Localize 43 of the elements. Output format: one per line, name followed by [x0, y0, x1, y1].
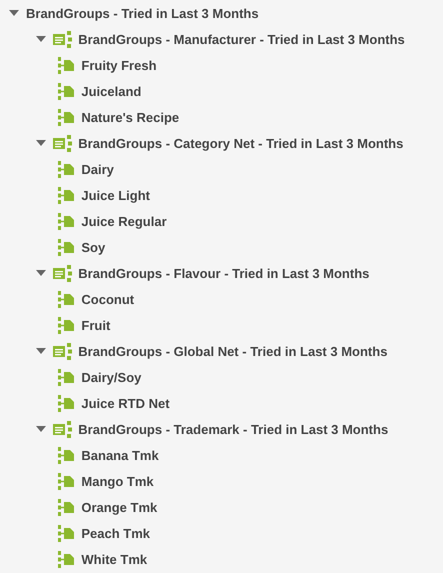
tree-item-label[interactable]: Juice Light: [81, 188, 150, 202]
item-icon: [58, 290, 76, 308]
tree-item-label[interactable]: Nature's Recipe: [81, 110, 180, 124]
item-icon: [58, 446, 76, 464]
tree-item-label[interactable]: Dairy/Soy: [81, 370, 142, 384]
item-icon: [58, 108, 76, 126]
tree-item-label[interactable]: Coconut: [81, 292, 134, 306]
item-icon: [58, 160, 76, 178]
group-icon: [53, 30, 72, 48]
item-icon: [58, 82, 76, 100]
item-icon: [58, 56, 76, 74]
tree-item-label[interactable]: BrandGroups - Flavour - Tried in Last 3 Months: [78, 266, 370, 280]
tree-item-label[interactable]: BrandGroups - Category Net - Tried in Last 3 Months: [78, 136, 404, 150]
tree-item-label[interactable]: Dairy: [81, 162, 114, 176]
tree-item-label[interactable]: Orange Tmk: [81, 500, 158, 514]
item-icon: [58, 550, 76, 568]
tree-item-label[interactable]: BrandGroups - Tried in Last 3 Months: [26, 6, 259, 20]
group-icon: [53, 420, 72, 438]
item-icon: [58, 394, 76, 412]
item-icon: [58, 238, 76, 256]
item-icon: [58, 498, 76, 516]
tree-item-label[interactable]: Juiceland: [81, 84, 142, 98]
tree-item-label[interactable]: Juice RTD Net: [81, 396, 170, 410]
tree-item-label[interactable]: Fruity Fresh: [81, 58, 157, 72]
item-icon: [58, 212, 76, 230]
item-icon: [58, 368, 76, 386]
tree-item-label[interactable]: Peach Tmk: [81, 526, 150, 540]
tree-item-label[interactable]: BrandGroups - Global Net - Tried in Last 3 Months: [78, 344, 388, 358]
tree-item-label[interactable]: White Tmk: [81, 552, 148, 566]
tree-item-label[interactable]: Juice Regular: [81, 214, 167, 228]
item-icon: [58, 524, 76, 542]
tree-item-label[interactable]: Banana Tmk: [81, 448, 159, 462]
tree-item-label[interactable]: BrandGroups - Trademark - Tried in Last 3 Months: [78, 422, 388, 436]
item-icon: [58, 316, 76, 334]
group-icon: [53, 134, 72, 152]
tree-item-label[interactable]: Mango Tmk: [81, 474, 154, 488]
item-icon: [58, 472, 76, 490]
group-icon: [53, 342, 72, 360]
tree-item-label[interactable]: BrandGroups - Manufacturer - Tried in Last 3 Months: [78, 32, 405, 46]
tree-item-label[interactable]: Fruit: [81, 318, 110, 332]
tree-item-label[interactable]: Soy: [81, 240, 106, 254]
item-icon: [58, 186, 76, 204]
group-icon: [53, 264, 72, 282]
